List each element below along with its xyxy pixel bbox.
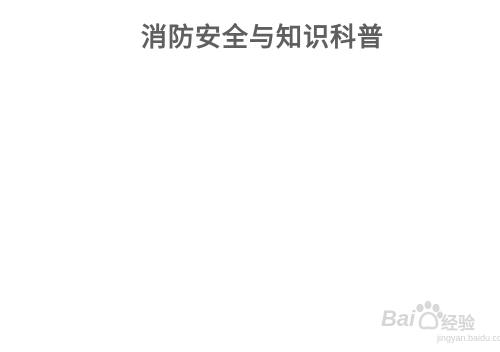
baidu-paw-icon bbox=[416, 300, 443, 330]
slide-canvas: 消防安全与知识科普 Bai 经验 jingyan.baidu.com bbox=[0, 0, 500, 352]
watermark-domain-text: jingyan.baidu.com bbox=[437, 333, 500, 343]
watermark-product-text: 经验 bbox=[441, 314, 475, 334]
slide-title: 消防安全与知识科普 bbox=[140, 23, 384, 53]
baidu-jingyan-watermark: Bai 经验 jingyan.baidu.com bbox=[381, 300, 500, 346]
watermark-brand-text: Bai bbox=[381, 306, 416, 331]
